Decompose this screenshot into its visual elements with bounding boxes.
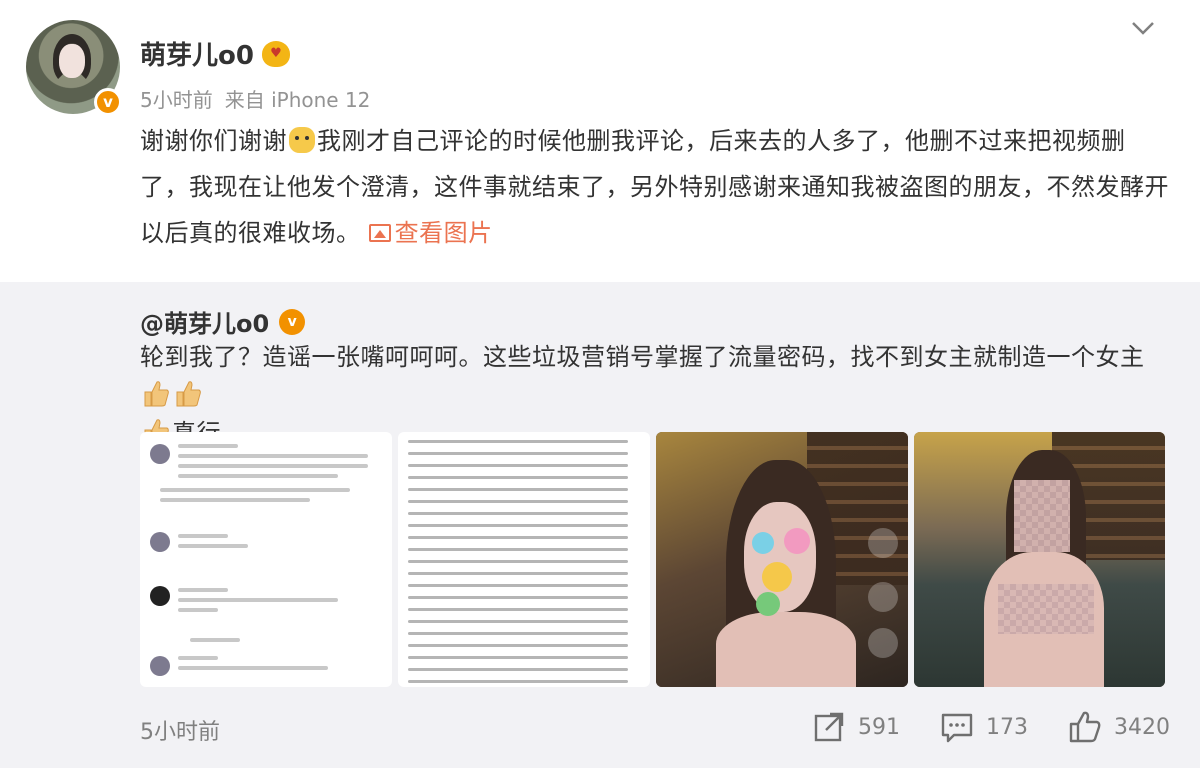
- post-footer: 5小时前 591 173 3420: [140, 710, 1170, 750]
- avatar-icon: [868, 528, 898, 558]
- dog-face-emoji-icon: [289, 127, 315, 153]
- repost-text-part1: 轮到我了？造谣一张嘴呵呵呵。这些垃圾营销号掌握了流量密码，找不到女主就制造一个女…: [140, 343, 1145, 371]
- like-button[interactable]: 3420: [1068, 710, 1170, 744]
- username[interactable]: 萌芽儿o0: [140, 35, 254, 72]
- sticker-icon: [756, 592, 780, 616]
- view-images-link[interactable]: 查看图片: [368, 219, 493, 247]
- repost-author[interactable]: @萌芽儿o0: [140, 304, 269, 339]
- screenshot-comment: [150, 440, 380, 484]
- username-row: 萌芽儿o0 ♥: [140, 35, 290, 72]
- repost-button[interactable]: 591: [812, 710, 900, 744]
- screenshot-comment: [150, 528, 380, 572]
- repost-image-photo-mosaic[interactable]: [914, 432, 1165, 687]
- screenshot-comment: [150, 652, 380, 687]
- picture-icon: [368, 224, 391, 242]
- post-source: 来自 iPhone 12: [224, 88, 371, 112]
- mosaic-blur: [998, 584, 1094, 634]
- share-icon: [814, 712, 844, 742]
- chevron-down-icon[interactable]: [1128, 16, 1158, 40]
- footer-time: 5小时前: [140, 720, 220, 745]
- comment-button[interactable]: 173: [940, 710, 1028, 744]
- screenshot-comment: [150, 484, 380, 528]
- repost-image-grid: [140, 432, 1165, 687]
- view-images-label: 查看图片: [394, 219, 493, 247]
- post-meta: 5小时前 来自 iPhone 12: [140, 84, 370, 113]
- repost-count: 591: [858, 714, 900, 740]
- repost-image-article-screenshot[interactable]: [398, 432, 650, 687]
- repost-block[interactable]: @萌芽儿o0 v 轮到我了？造谣一张嘴呵呵呵。这些垃圾营销号掌握了流量密码，找不…: [0, 282, 1200, 768]
- repost-image-photo-stickers[interactable]: [656, 432, 908, 687]
- repost-image-comments-screenshot[interactable]: [140, 432, 392, 687]
- thumbs-up-icon: [1069, 711, 1101, 743]
- mosaic-blur: [1014, 480, 1070, 552]
- verified-icon: v: [279, 308, 306, 335]
- sticker-icon: [784, 528, 810, 554]
- avatar-face: [59, 44, 85, 78]
- verified-icon: v: [94, 88, 122, 116]
- comment-count: 173: [986, 714, 1028, 740]
- repost-author-row: @萌芽儿o0 v: [140, 304, 306, 339]
- sticker-icon: [762, 562, 792, 592]
- thumbs-up-emoji-icon: [176, 381, 201, 407]
- comment-icon: [941, 713, 973, 743]
- heart-face-badge-icon[interactable]: ♥: [261, 40, 290, 67]
- like-count: 3420: [1114, 714, 1170, 740]
- thumbs-up-emoji-icon: [144, 381, 169, 407]
- post-text-part1: 谢谢你们谢谢: [140, 127, 287, 155]
- heart-icon: [868, 582, 898, 612]
- post-text: 谢谢你们谢谢 我刚才自己评论的时候他删我评论，后来去的人多了，他删不过来把视频删了…: [140, 118, 1170, 256]
- screenshot-comment: [150, 582, 380, 626]
- comment-icon: [868, 628, 898, 658]
- weibo-post: v 萌芽儿o0 ♥ 5小时前 来自 iPhone 12 谢谢你们谢谢 我刚才自己评论…: [0, 0, 1200, 768]
- post-time[interactable]: 5小时前: [140, 88, 213, 112]
- sticker-icon: [752, 532, 774, 554]
